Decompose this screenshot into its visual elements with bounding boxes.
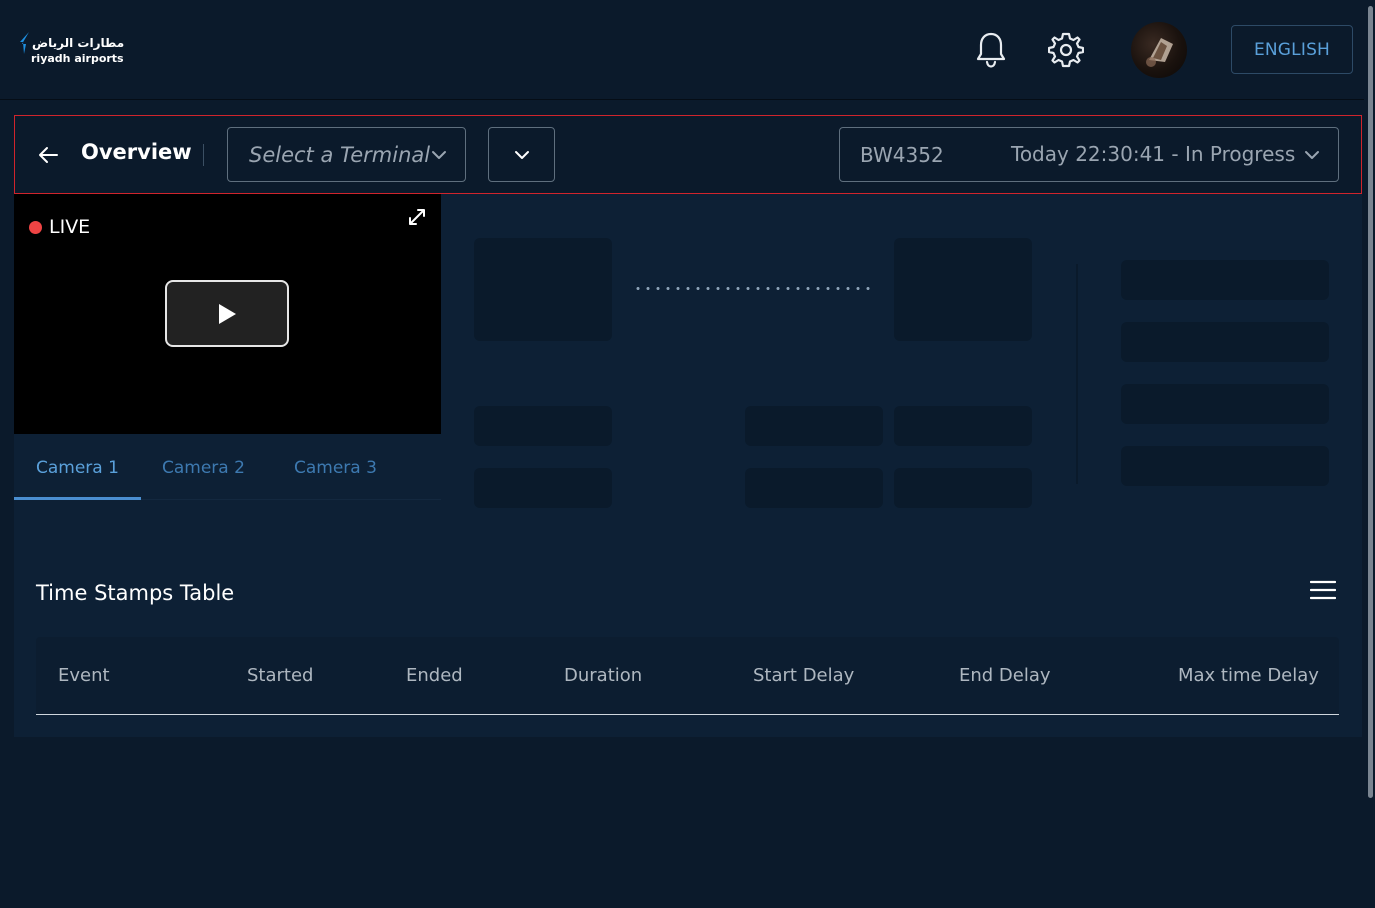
avatar-image [1146,38,1173,67]
arrow-left-icon [39,147,58,163]
camera-tabs: Camera 1 Camera 2 Camera 3 [14,434,441,500]
chevron-down-icon [1305,151,1319,159]
live-dot-icon [29,220,42,234]
back-button[interactable] [37,144,59,166]
column-header-end-delay[interactable]: End Delay [959,665,1051,686]
secondary-select[interactable] [488,127,555,182]
gear-icon [1048,32,1084,68]
flight-select[interactable]: BW4352 Today 22:30:41 - In Progress [839,127,1339,182]
chevron-down-icon [432,151,446,159]
skeleton-bar [1121,384,1329,424]
skeleton-bar [745,468,883,508]
skeleton-bar [894,406,1032,446]
bell-icon [976,32,1006,68]
expand-icon [409,209,425,225]
tab-camera-3[interactable]: Camera 3 [294,458,377,478]
logo-mark-icon [20,32,29,54]
settings-button[interactable] [1046,30,1086,70]
tab-camera-2[interactable]: Camera 2 [162,458,245,478]
column-header-max-time-delay[interactable]: Max time Delay [1178,665,1319,686]
logo-english-text: riyadh airports [31,52,124,65]
video-player[interactable]: LIVE [14,194,441,434]
route-dotted-line [633,287,873,290]
flight-status: Today 22:30:41 - In Progress [1011,142,1296,166]
active-tab-indicator [14,497,141,500]
column-header-started[interactable]: Started [247,665,313,686]
skeleton-bar [1121,322,1329,362]
live-label: LIVE [49,216,91,238]
language-switch-button[interactable]: ENGLISH [1231,25,1353,74]
column-header-ended[interactable]: Ended [406,665,463,686]
chevron-down-icon [514,150,529,159]
tab-camera-1[interactable]: Camera 1 [36,458,119,478]
column-header-start-delay[interactable]: Start Delay [753,665,854,686]
table-header-row: Event Started Ended Duration Start Delay… [36,637,1339,715]
play-button[interactable] [165,280,289,347]
table-title: Time Stamps Table [36,581,235,605]
column-header-event[interactable]: Event [58,665,110,686]
terminal-select[interactable]: Select a Terminal [227,127,466,182]
riyadh-airports-logo[interactable]: مطارات الرياض riyadh airports [20,32,130,68]
overview-toolbar: Overview Select a Terminal BW4352 Today … [14,115,1362,194]
main-content-panel: LIVE Camera 1 Camera 2 Camera 3 Time Sta… [14,194,1362,737]
skeleton-bar [894,468,1032,508]
logo-arabic-text: مطارات الرياض [32,36,125,50]
top-navigation-bar: مطارات الرياض riyadh airports ENGLISH [0,0,1375,100]
page-scrollbar-thumb[interactable] [1368,6,1373,798]
toolbar-divider [203,144,204,166]
hamburger-menu-icon [1309,580,1337,600]
flight-code: BW4352 [860,142,944,167]
skeleton-bar [474,406,612,446]
user-avatar[interactable] [1131,22,1187,78]
skeleton-block [894,238,1032,341]
notifications-button[interactable] [971,30,1011,70]
skeleton-bar [1121,446,1329,486]
terminal-select-placeholder: Select a Terminal [249,142,431,167]
skeleton-bar [1121,260,1329,300]
column-header-duration[interactable]: Duration [564,665,642,686]
fullscreen-button[interactable] [408,208,426,230]
play-icon [219,303,236,324]
table-menu-button[interactable] [1309,580,1337,604]
skeleton-divider [1076,264,1078,484]
skeleton-bar [474,468,612,508]
live-indicator: LIVE [29,216,90,238]
skeleton-block [474,238,612,341]
skeleton-bar [745,406,883,446]
page-title: Overview [81,140,192,164]
